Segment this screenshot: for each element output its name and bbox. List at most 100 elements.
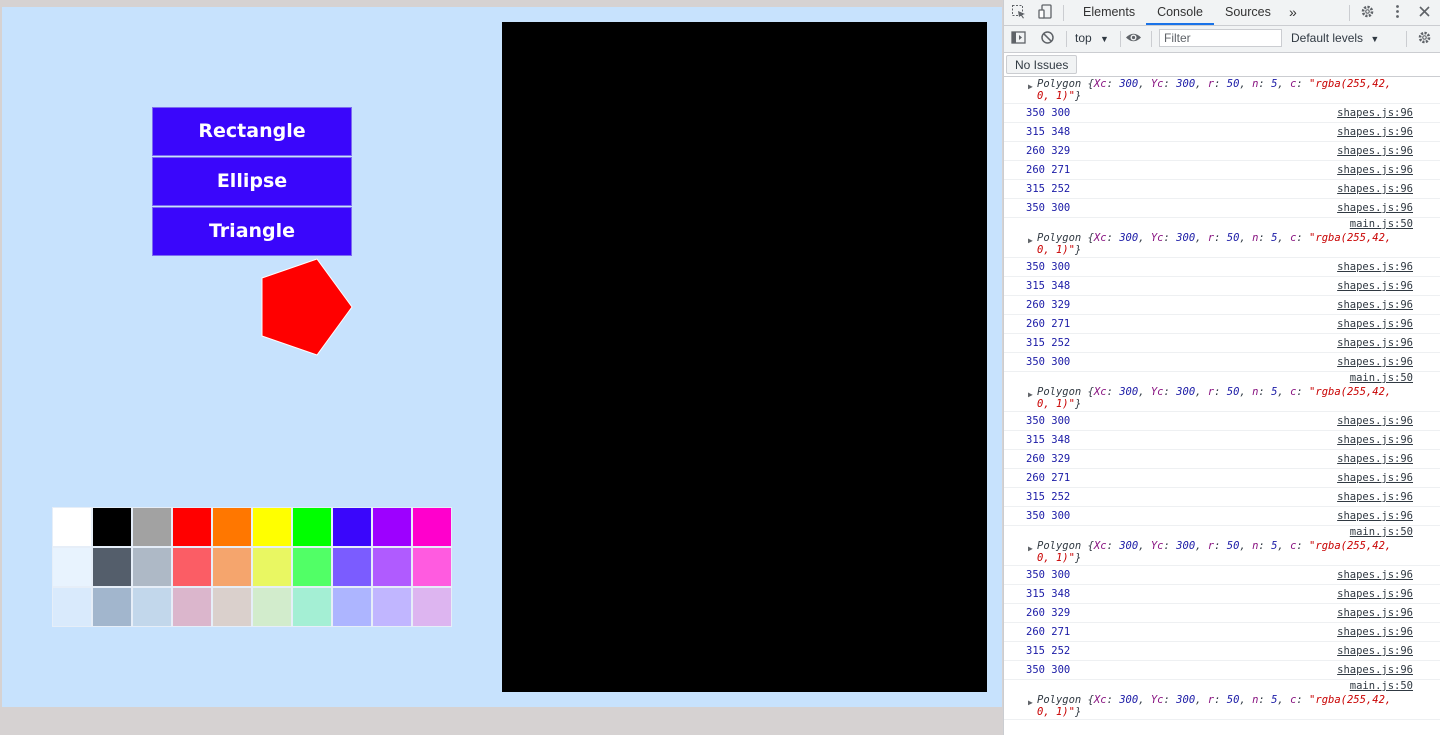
color-swatch[interactable]: [372, 547, 412, 587]
color-swatch[interactable]: [252, 587, 292, 627]
log-source-link[interactable]: shapes.js:96: [1337, 642, 1413, 660]
sidebar-toggle-icon[interactable]: [1010, 30, 1027, 47]
log-source-link[interactable]: shapes.js:96: [1337, 450, 1413, 468]
prop-value: 0, 1)": [1037, 398, 1075, 410]
settings-gear-icon[interactable]: [1359, 4, 1376, 21]
log-source-link[interactable]: shapes.js:96: [1337, 161, 1413, 179]
ellipse-button[interactable]: Ellipse: [152, 157, 352, 206]
expand-triangle-icon[interactable]: ▶: [1028, 236, 1033, 245]
log-source-link[interactable]: main.js:50: [1350, 526, 1413, 539]
color-swatch[interactable]: [212, 547, 252, 587]
expand-triangle-icon[interactable]: ▶: [1028, 544, 1033, 553]
log-source-link[interactable]: shapes.js:96: [1337, 469, 1413, 487]
color-swatch[interactable]: [132, 547, 172, 587]
tab-sources[interactable]: Sources: [1225, 0, 1271, 25]
clear-console-icon[interactable]: [1039, 30, 1056, 47]
log-source-link[interactable]: shapes.js:96: [1337, 566, 1413, 584]
color-swatch[interactable]: [292, 547, 332, 587]
object-log-entry[interactable]: ▶ Polygon {Xc: 300, Yc: 300, r: 50, n: 5,…: [1004, 231, 1440, 258]
log-source-link[interactable]: shapes.js:96: [1337, 296, 1413, 314]
color-swatch[interactable]: [92, 507, 132, 547]
inspect-element-icon[interactable]: [1010, 4, 1027, 21]
log-source-row: main.js:50: [1004, 680, 1440, 693]
log-source-link[interactable]: shapes.js:96: [1337, 604, 1413, 622]
tab-console[interactable]: Console: [1146, 0, 1214, 25]
log-source-link[interactable]: main.js:50: [1350, 372, 1413, 385]
log-source-link[interactable]: shapes.js:96: [1337, 334, 1413, 352]
prop-value: 0, 1)": [1037, 552, 1075, 564]
color-swatch[interactable]: [332, 507, 372, 547]
color-swatch[interactable]: [132, 507, 172, 547]
log-source-link[interactable]: shapes.js:96: [1337, 623, 1413, 641]
log-source-link[interactable]: shapes.js:96: [1337, 258, 1413, 276]
prop-value: 300: [1176, 78, 1196, 90]
object-log-entry[interactable]: ▶ Polygon {Xc: 300, Yc: 300, r: 50, n: 5,…: [1004, 693, 1440, 720]
log-source-link[interactable]: shapes.js:96: [1337, 353, 1413, 371]
log-source-link[interactable]: shapes.js:96: [1337, 315, 1413, 333]
log-source-link[interactable]: shapes.js:96: [1337, 412, 1413, 430]
log-source-link[interactable]: shapes.js:96: [1337, 123, 1413, 141]
log-source-link[interactable]: shapes.js:96: [1337, 488, 1413, 506]
more-tabs-button[interactable]: »: [1289, 0, 1297, 25]
log-source-link[interactable]: shapes.js:96: [1337, 431, 1413, 449]
log-levels-dropdown[interactable]: Default levels ▼: [1291, 31, 1379, 45]
color-swatch[interactable]: [172, 547, 212, 587]
color-swatch[interactable]: [412, 507, 452, 547]
log-value: 260 271: [1026, 164, 1071, 176]
prop-value: 50: [1226, 540, 1240, 552]
color-swatch[interactable]: [332, 547, 372, 587]
color-swatch[interactable]: [292, 507, 332, 547]
color-swatch[interactable]: [92, 587, 132, 627]
color-swatch[interactable]: [412, 547, 452, 587]
object-log-entry[interactable]: ▶ Polygon {Xc: 300, Yc: 300, r: 50, n: 5,…: [1004, 77, 1440, 104]
prop-value: "rgba(255,42,: [1309, 386, 1392, 398]
log-source-link[interactable]: shapes.js:96: [1337, 661, 1413, 679]
close-icon[interactable]: [1416, 4, 1433, 21]
tab-elements[interactable]: Elements: [1083, 0, 1135, 25]
console-settings-gear-icon[interactable]: [1416, 30, 1433, 47]
expand-triangle-icon[interactable]: ▶: [1028, 390, 1033, 399]
rectangle-button[interactable]: Rectangle: [152, 107, 352, 156]
log-source-link[interactable]: shapes.js:96: [1337, 277, 1413, 295]
color-swatch[interactable]: [132, 587, 172, 627]
color-swatch[interactable]: [92, 547, 132, 587]
log-source-link[interactable]: main.js:50: [1350, 680, 1413, 693]
pentagon-shape[interactable]: [257, 257, 357, 357]
color-swatch[interactable]: [172, 507, 212, 547]
color-swatch[interactable]: [52, 587, 92, 627]
color-swatch[interactable]: [212, 507, 252, 547]
object-log-entry[interactable]: ▶ Polygon {Xc: 300, Yc: 300, r: 50, n: 5,…: [1004, 539, 1440, 566]
color-swatch[interactable]: [252, 547, 292, 587]
log-source-link[interactable]: shapes.js:96: [1337, 199, 1413, 217]
color-swatch[interactable]: [372, 587, 412, 627]
object-preview: Polygon {Xc: 300, Yc: 300, r: 50, n: 5, …: [1037, 78, 1392, 102]
context-selector[interactable]: top ▼: [1075, 31, 1109, 45]
device-toolbar-icon[interactable]: [1037, 4, 1054, 21]
drawing-canvas[interactable]: [502, 22, 987, 692]
expand-triangle-icon[interactable]: ▶: [1028, 82, 1033, 91]
live-expression-eye-icon[interactable]: [1125, 30, 1142, 47]
log-source-link[interactable]: shapes.js:96: [1337, 142, 1413, 160]
color-swatch[interactable]: [412, 587, 452, 627]
color-swatch[interactable]: [292, 587, 332, 627]
expand-triangle-icon[interactable]: ▶: [1028, 698, 1033, 707]
log-source-link[interactable]: shapes.js:96: [1337, 507, 1413, 525]
color-swatch[interactable]: [332, 587, 372, 627]
filter-input[interactable]: [1159, 29, 1282, 47]
color-swatch[interactable]: [172, 587, 212, 627]
triangle-button[interactable]: Triangle: [152, 207, 352, 256]
color-swatch[interactable]: [212, 587, 252, 627]
color-swatch[interactable]: [372, 507, 412, 547]
log-source-link[interactable]: shapes.js:96: [1337, 180, 1413, 198]
object-log-entry[interactable]: ▶ Polygon {Xc: 300, Yc: 300, r: 50, n: 5,…: [1004, 385, 1440, 412]
more-options-icon[interactable]: [1389, 4, 1406, 21]
no-issues-button[interactable]: No Issues: [1006, 55, 1078, 74]
color-swatch[interactable]: [52, 507, 92, 547]
log-source-link[interactable]: shapes.js:96: [1337, 585, 1413, 603]
log-source-link[interactable]: main.js:50: [1350, 218, 1413, 231]
log-source-link[interactable]: shapes.js:96: [1337, 104, 1413, 122]
log-message-row: 260 329 shapes.js:96: [1004, 296, 1440, 315]
color-swatch[interactable]: [252, 507, 292, 547]
prop-key: r: [1207, 78, 1215, 90]
color-swatch[interactable]: [52, 547, 92, 587]
